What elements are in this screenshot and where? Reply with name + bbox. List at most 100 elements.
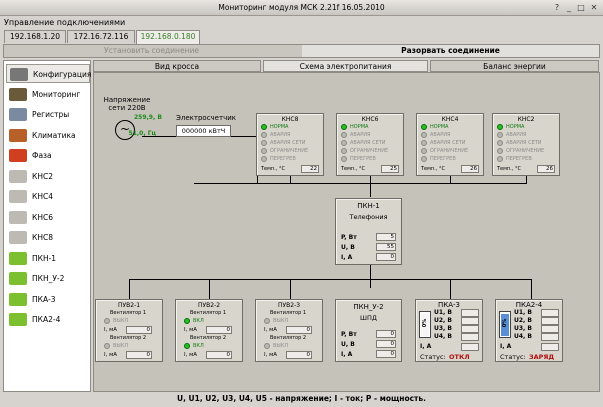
status-label: АВАРИЯ [430, 132, 451, 138]
current-label: I, мА [104, 327, 118, 333]
sidebar-item-7[interactable]: КНС4 [6, 187, 90, 206]
temp-label: Темп., °С [261, 166, 285, 172]
cell-voltage-value [541, 325, 559, 333]
pkn2-p-label: P, Вт [341, 331, 357, 338]
cell-voltage-label: U3, В [514, 325, 532, 332]
status-label: ОГРАНИЧЕНИЕ [430, 148, 469, 154]
maximize-button[interactable]: □ [576, 3, 586, 13]
fan-status: ВЫКЛ [273, 318, 289, 324]
status-label: АВАРИЯ [270, 132, 291, 138]
mains-voltage: 259,9, В [134, 114, 162, 121]
tab-cross-view[interactable]: Вид кросса [93, 60, 261, 72]
ip-tab-1[interactable]: 192.168.1.20 [4, 30, 66, 43]
pkn2-u-label: U, В [341, 341, 355, 348]
sidebar-item-10[interactable]: ПКН-1 [6, 249, 90, 268]
close-button[interactable]: ✕ [589, 3, 599, 13]
puv-title: ПУВ2-1 [117, 302, 141, 309]
wire [129, 279, 130, 299]
temp-label: Темп., °С [497, 166, 521, 172]
battery-icon [9, 272, 27, 285]
status-label: ОГРАНИЧЕНИЕ [270, 148, 309, 154]
status-label: ОГРАНИЧЕНИЕ [506, 148, 545, 154]
sidebar-item-6[interactable]: КНС2 [6, 167, 90, 186]
window-title: Мониторинг модуля МСК 2.21f 16.05.2010 [218, 3, 385, 12]
status-label: ПЕРЕГРЕВ [270, 156, 296, 162]
sidebar-item-4[interactable]: Климатика [6, 126, 90, 145]
sidebar-item-12[interactable]: ПКА-3 [6, 290, 90, 309]
sidebar-item-3[interactable]: Регистры [6, 105, 90, 124]
status-led [497, 140, 503, 146]
temp-label: Темп., °С [341, 166, 365, 172]
sidebar-item-1[interactable]: Конфигурация [6, 64, 92, 83]
pkn1-title: ПКН-1 [357, 202, 380, 210]
fan-label: Вентилятор 1 [110, 310, 147, 316]
wire [526, 176, 527, 183]
status-label: АВАРИЯ [506, 132, 527, 138]
wire [370, 183, 371, 197]
menu-connections[interactable]: Управление подключениями [4, 18, 125, 27]
cell-voltage-label: U2, В [514, 317, 532, 324]
pkn1-u-value: 55 [376, 243, 396, 251]
status-led [497, 132, 503, 138]
wire [290, 176, 291, 183]
wire [290, 279, 291, 299]
fan-status: ВКЛ [193, 343, 204, 349]
legend-bar: U, U1, U2, U3, U4, U5 - напряжение; I - … [176, 394, 426, 403]
fan-current-value: 0 [206, 326, 232, 334]
pkn2-i-value: 0 [376, 350, 396, 358]
kns-icon [9, 231, 27, 244]
ip-tab-2[interactable]: 172.16.72.116 [67, 30, 135, 43]
sidebar-item-13[interactable]: ПКА2-4 [6, 310, 90, 329]
sidebar-item-label: КНС4 [32, 192, 53, 201]
sidebar-item-2[interactable]: Мониторинг [6, 85, 90, 104]
sidebar-item-9[interactable]: КНС8 [6, 228, 90, 247]
sidebar-item-11[interactable]: ПКН_У-2 [6, 269, 90, 288]
status-label: АВАРИЯ СЕТИ [430, 140, 466, 146]
tab-energy-balance[interactable]: Баланс энергии [430, 60, 599, 72]
kns-title: КНС2 [517, 116, 535, 123]
status-led [261, 148, 267, 154]
cell-voltage-value [461, 325, 479, 333]
puv-block-3: ПУВ2-3 Вентилятор 1 ВЫКЛ I, мА 0 Вентилятор 2… [255, 299, 323, 362]
fan-current-value: 0 [286, 326, 312, 334]
title-bar: Мониторинг модуля МСК 2.21f 16.05.2010 ?… [0, 0, 603, 16]
cell-voltage-label: U4, В [434, 333, 452, 340]
help-button[interactable]: ? [552, 3, 562, 13]
ip-tab-3[interactable]: 192.168.0.180 [136, 30, 200, 44]
current-label: I, мА [184, 352, 198, 358]
sidebar-item-label: ПКН-1 [32, 253, 57, 263]
fan-label: Вентилятор 2 [270, 335, 307, 341]
status-label: ОГРАНИЧЕНИЕ [350, 148, 389, 154]
minimize-button[interactable]: _ [564, 3, 574, 13]
puv-title: ПУВ2-3 [277, 302, 301, 309]
cell-voltage-value [541, 317, 559, 325]
meter-label: Электросчетчик [176, 114, 236, 122]
kns-icon [9, 169, 27, 183]
status-label: АВАРИЯ СЕТИ [270, 140, 306, 146]
status-led [341, 148, 347, 154]
puv-title: ПУВ2-2 [197, 302, 221, 309]
current-label: I, мА [184, 327, 198, 333]
puv-block-1: ПУВ2-1 Вентилятор 1 ВЫКЛ I, мА 0 Вентилятор 2… [95, 299, 163, 362]
sidebar-item-label: Конфигурация [33, 70, 92, 79]
sidebar-item-label: КНС6 [32, 212, 53, 222]
cell-voltage-value [461, 309, 479, 317]
phase-icon [9, 149, 27, 162]
temp-value: 26 [537, 165, 555, 173]
cell-voltage-label: U1, В [514, 309, 532, 316]
kns-block-3: КНС4 НОРМА АВАРИЯ АВАРИЯ СЕТИ ОГРАНИЧЕНИЕ ПЕР… [416, 113, 484, 176]
battery-icon [9, 313, 27, 326]
sidebar: Конфигурация Мониторинг Регистры Климатика Ф… [3, 60, 91, 392]
status-led [497, 148, 503, 154]
climate-icon [9, 128, 27, 142]
current-label: I, мА [264, 352, 278, 358]
kns-title: КНС8 [281, 116, 299, 123]
disconnect-button[interactable]: Разорвать соединение [302, 45, 599, 57]
monitor-icon [9, 87, 27, 101]
sidebar-item-5[interactable]: Фаза [6, 146, 90, 165]
tab-power-scheme[interactable]: Схема электропитания [263, 60, 428, 72]
connect-button[interactable]: Установить соединение [4, 45, 299, 57]
cell-voltage-label: U2, В [434, 317, 452, 324]
wire [194, 183, 527, 184]
sidebar-item-8[interactable]: КНС6 [6, 208, 90, 227]
